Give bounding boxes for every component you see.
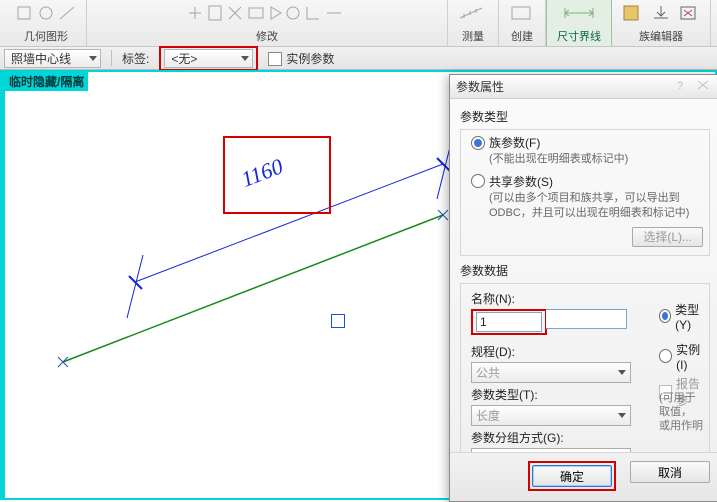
- dialog-body: 参数类型 族参数(F) (不能出现在明细表或标记中) 共享参数(S) (可以由多…: [450, 99, 717, 452]
- ribbon-group-dimlines[interactable]: 尺寸界线: [546, 0, 612, 46]
- type-radio[interactable]: 类型(Y): [659, 301, 709, 332]
- radio-off-icon: [471, 174, 485, 188]
- chevron-down-icon: [618, 413, 626, 418]
- cancel-button[interactable]: 取消: [630, 461, 710, 483]
- parameter-properties-dialog: 参数属性 ? 参数类型 族参数(F) (不能出现在明细表或标记中) 共享参数(S…: [449, 74, 717, 502]
- tag-dropdown[interactable]: <无>: [164, 49, 253, 68]
- param-data-legend: 参数数据: [460, 262, 710, 279]
- dialog-footer: 确定 取消: [450, 452, 717, 501]
- name-input[interactable]: 1: [476, 312, 542, 332]
- instance-param-checkbox[interactable]: 实例参数: [268, 50, 334, 67]
- close-project-icon[interactable]: [678, 4, 700, 22]
- dialog-titlebar[interactable]: 参数属性 ?: [450, 75, 717, 99]
- select-shared-button[interactable]: 选择(L)...: [632, 227, 703, 247]
- name-input-highlight: 1: [471, 309, 547, 335]
- shared-param-radio[interactable]: 共享参数(S): [471, 173, 703, 190]
- discipline-select[interactable]: 公共: [471, 362, 631, 383]
- shared-param-note: (可以由多个项目和族共享，可以导出到 ODBC，并且可以出现在明细表和标记中): [489, 191, 703, 221]
- radio-on-icon: [471, 136, 485, 150]
- radio-off-icon: [659, 349, 672, 363]
- ribbon-group-familyeditor: 族编辑器: [612, 0, 711, 46]
- load-icon[interactable]: [650, 4, 672, 22]
- ribbon-label-modify: 修改: [256, 28, 278, 44]
- instance-param-label: 实例参数: [286, 52, 334, 66]
- family-param-note: (不能出现在明细表或标记中): [489, 152, 703, 167]
- wall-center-value: 照墙中心线: [11, 50, 71, 67]
- separator: [111, 50, 112, 66]
- dimension-highlight: [223, 136, 331, 214]
- dialog-title: 参数属性: [456, 78, 504, 95]
- family-param-radio[interactable]: 族参数(F): [471, 134, 703, 151]
- tag-label: 标签:: [122, 50, 149, 67]
- close-icon[interactable]: [696, 79, 712, 91]
- ribbon-label-familyeditor: 族编辑器: [639, 28, 683, 44]
- svg-text:?: ?: [677, 80, 683, 91]
- edit-icon[interactable]: [622, 4, 644, 22]
- ribbon-group-geometry: 几何图形: [6, 0, 87, 46]
- ok-highlight: 确定: [528, 461, 616, 491]
- ribbon-label-geometry: 几何图形: [24, 28, 68, 44]
- report-hint: (可用于取值，或用作明: [659, 391, 717, 434]
- paramtype-select[interactable]: 长度: [471, 405, 631, 426]
- view-symbol[interactable]: [331, 314, 345, 328]
- ribbon-label-dimlines: 尺寸界线: [557, 28, 601, 44]
- param-data-group: 名称(N): 1 类型(Y) 规程(D): 公共 实例(I) 参数类型(T): …: [460, 283, 710, 452]
- options-bar: 照墙中心线 标签: <无> 实例参数: [0, 47, 717, 70]
- ribbon-group-measure: 测量: [448, 0, 499, 46]
- group-select[interactable]: 尺寸标注: [471, 448, 631, 452]
- help-icon[interactable]: ?: [673, 79, 693, 91]
- ribbon-label-measure: 测量: [462, 28, 484, 44]
- ribbon-group-modify: 修改: [87, 0, 448, 46]
- chevron-down-icon: [89, 56, 97, 61]
- window-controls: ?: [673, 79, 712, 94]
- wall-center-dropdown[interactable]: 照墙中心线: [4, 49, 101, 68]
- name-input-ext[interactable]: [546, 309, 627, 329]
- ok-button[interactable]: 确定: [532, 465, 612, 487]
- ribbon: 几何图形 修改 测量 创建 尺寸界线 族编辑器: [0, 0, 717, 47]
- radio-on-icon: [659, 309, 671, 323]
- ribbon-group-create: 创建: [499, 0, 546, 46]
- ribbon-label-create: 创建: [511, 28, 533, 44]
- checkbox-icon: [268, 52, 282, 66]
- tag-dropdown-highlight: <无>: [159, 46, 258, 71]
- instance-radio[interactable]: 实例(I): [659, 341, 709, 372]
- chevron-down-icon: [618, 370, 626, 375]
- chevron-down-icon: [241, 56, 249, 61]
- param-type-group: 族参数(F) (不能出现在明细表或标记中) 共享参数(S) (可以由多个项目和族…: [460, 129, 710, 256]
- param-type-legend: 参数类型: [460, 108, 710, 125]
- tag-value: <无>: [171, 50, 197, 67]
